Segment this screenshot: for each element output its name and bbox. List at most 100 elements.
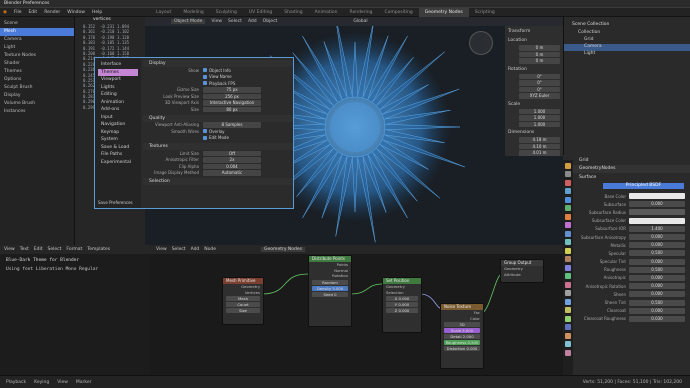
prefs-nav-animation[interactable]: Animation: [98, 99, 138, 107]
pref-checkbox[interactable]: Object Info: [203, 68, 231, 73]
rotation-y[interactable]: 0°: [519, 80, 560, 86]
properties-tab-icon[interactable]: [565, 307, 571, 313]
node-output[interactable]: Vertices: [223, 290, 263, 296]
outliner-item[interactable]: Volume Brush: [0, 100, 74, 108]
scale-z[interactable]: 1.000: [519, 121, 560, 127]
properties-tab-icon[interactable]: [565, 273, 571, 279]
node-field[interactable]: Distortion 0.000: [444, 346, 480, 351]
menu-edit[interactable]: Edit: [28, 10, 37, 15]
node-field[interactable]: Size: [226, 308, 260, 313]
quality-section[interactable]: Quality: [143, 114, 293, 122]
node-menu-select[interactable]: Select: [172, 247, 186, 252]
dim-y[interactable]: 4.10 m: [519, 143, 560, 149]
menu-help[interactable]: Help: [92, 10, 102, 15]
node-field[interactable]: 3D: [444, 322, 480, 327]
node-noise-texture[interactable]: Noise Texture Fac Color 3D Scale 5.000 D…: [440, 303, 484, 369]
pref-checkbox[interactable]: View Name: [203, 74, 232, 79]
prefs-nav-save-load[interactable]: Save & Load: [98, 144, 138, 152]
tab-sculpting[interactable]: Sculpting: [210, 8, 243, 17]
properties-tab-icon[interactable]: [565, 162, 571, 169]
prefs-nav-keymap[interactable]: Keymap: [98, 129, 138, 137]
pref-field[interactable]: Off: [203, 150, 261, 156]
text-menu-format[interactable]: Format: [66, 247, 82, 252]
pref-field[interactable]: 80 px: [203, 106, 261, 112]
orientation-selector[interactable]: Global: [353, 19, 367, 24]
properties-tab-icon[interactable]: [565, 332, 571, 339]
location-y[interactable]: 0 m: [519, 51, 560, 57]
tab-modeling[interactable]: Modeling: [177, 8, 209, 17]
pref-field[interactable]: Automatic: [203, 170, 261, 176]
node-menu-node[interactable]: Node: [204, 247, 216, 252]
rotation-mode[interactable]: XYZ Euler: [519, 93, 560, 99]
pref-field[interactable]: 0.004: [203, 163, 261, 169]
tab-scripting[interactable]: Scripting: [469, 8, 501, 17]
blender-logo-icon[interactable]: ◉: [3, 10, 7, 15]
surface-section[interactable]: Surface: [563, 173, 690, 182]
property-field[interactable]: 0.000: [629, 201, 685, 208]
property-field[interactable]: 0.000: [629, 242, 685, 249]
node-field[interactable]: Scale 5.000: [444, 328, 480, 333]
outliner-item[interactable]: Instances: [0, 108, 74, 116]
outliner-item[interactable]: Shader: [0, 60, 74, 68]
menu-window[interactable]: Window: [67, 10, 85, 15]
location-x[interactable]: 0 m: [519, 45, 560, 51]
properties-tab-icon[interactable]: [565, 256, 571, 262]
property-field[interactable]: 1.400: [629, 225, 685, 232]
node-menu-add[interactable]: Add: [191, 247, 200, 252]
properties-tab-icon[interactable]: [565, 179, 571, 186]
properties-tab-icon[interactable]: [565, 239, 571, 245]
node-field[interactable]: Roughness 0.500: [444, 340, 480, 345]
property-field[interactable]: [629, 193, 685, 200]
text-line-2[interactable]: Using font Liberation Mono Regular: [0, 267, 150, 272]
node-editor[interactable]: View Select Add Node Geometry Nodes Mesh Pri…: [150, 245, 563, 375]
tab-rendering[interactable]: Rendering: [344, 8, 379, 17]
property-field[interactable]: [629, 209, 685, 216]
properties-tab-icon[interactable]: [565, 349, 571, 356]
properties-tab-icon[interactable]: [565, 324, 571, 330]
tab-layout[interactable]: Layout: [150, 8, 177, 17]
properties-tab-icon[interactable]: [565, 230, 571, 237]
tab-animation[interactable]: Animation: [309, 8, 344, 17]
grid-item[interactable]: Grid: [564, 37, 690, 44]
node-field[interactable]: Y 0.000: [386, 302, 418, 307]
properties-tab-icon[interactable]: [565, 213, 571, 220]
properties-tab-icon[interactable]: [565, 315, 571, 322]
nav-gizmo[interactable]: [469, 31, 493, 55]
prefs-nav-add-ons[interactable]: Add-ons: [98, 106, 138, 114]
text-line-1[interactable]: Blue-Dark Theme for Blender: [0, 254, 150, 267]
properties-tab-icon[interactable]: [565, 290, 571, 296]
properties-tab-icon[interactable]: [565, 188, 571, 194]
scale-y[interactable]: 1.000: [519, 115, 560, 121]
prefs-nav-themes[interactable]: Themes: [98, 68, 138, 76]
property-field[interactable]: 0.030: [629, 315, 685, 322]
properties-tab-icon[interactable]: [565, 264, 571, 271]
property-field[interactable]: 0.000: [629, 234, 685, 241]
node-tree-name[interactable]: Geometry Nodes: [261, 247, 306, 252]
pref-field[interactable]: 75 px: [203, 87, 261, 93]
checkbox-icon[interactable]: [203, 81, 207, 86]
text-menu-select[interactable]: Select: [48, 247, 62, 252]
tab-geometry-nodes[interactable]: Geometry Nodes: [418, 8, 469, 17]
node-field[interactable]: Count: [226, 302, 260, 307]
property-field[interactable]: 0.000: [629, 291, 685, 298]
pref-checkbox[interactable]: Overlay: [203, 129, 225, 134]
text-menu-templates[interactable]: Templates: [87, 247, 110, 252]
text-menu-edit[interactable]: Edit: [34, 247, 43, 252]
rotation-x[interactable]: 0°: [519, 73, 560, 79]
menu-select[interactable]: Select: [228, 19, 242, 24]
pref-checkbox[interactable]: Edit Mode: [203, 135, 229, 140]
node-distribute-points[interactable]: Distribute Points Points Normal Rotation…: [308, 255, 352, 327]
properties-tab-icon[interactable]: [565, 171, 571, 177]
save-preferences-button[interactable]: Save Preferences: [98, 200, 133, 205]
dim-z[interactable]: 4.01 m: [519, 150, 560, 156]
property-field[interactable]: 0.000: [629, 307, 685, 314]
tab-compositing[interactable]: Compositing: [379, 8, 419, 17]
checkbox-icon[interactable]: [203, 129, 207, 134]
node-set-position[interactable]: Set Position Geometry Selection X 0.000 …: [382, 277, 422, 333]
location-z[interactable]: 0 m: [519, 58, 560, 64]
menu-render[interactable]: Render: [44, 10, 60, 15]
outliner-item[interactable]: Camera: [0, 36, 74, 44]
prefs-nav-viewport[interactable]: Viewport: [98, 76, 138, 84]
node-field[interactable]: Detail 2.000: [444, 334, 480, 339]
modifier-name[interactable]: GeometryNodes: [563, 165, 690, 173]
